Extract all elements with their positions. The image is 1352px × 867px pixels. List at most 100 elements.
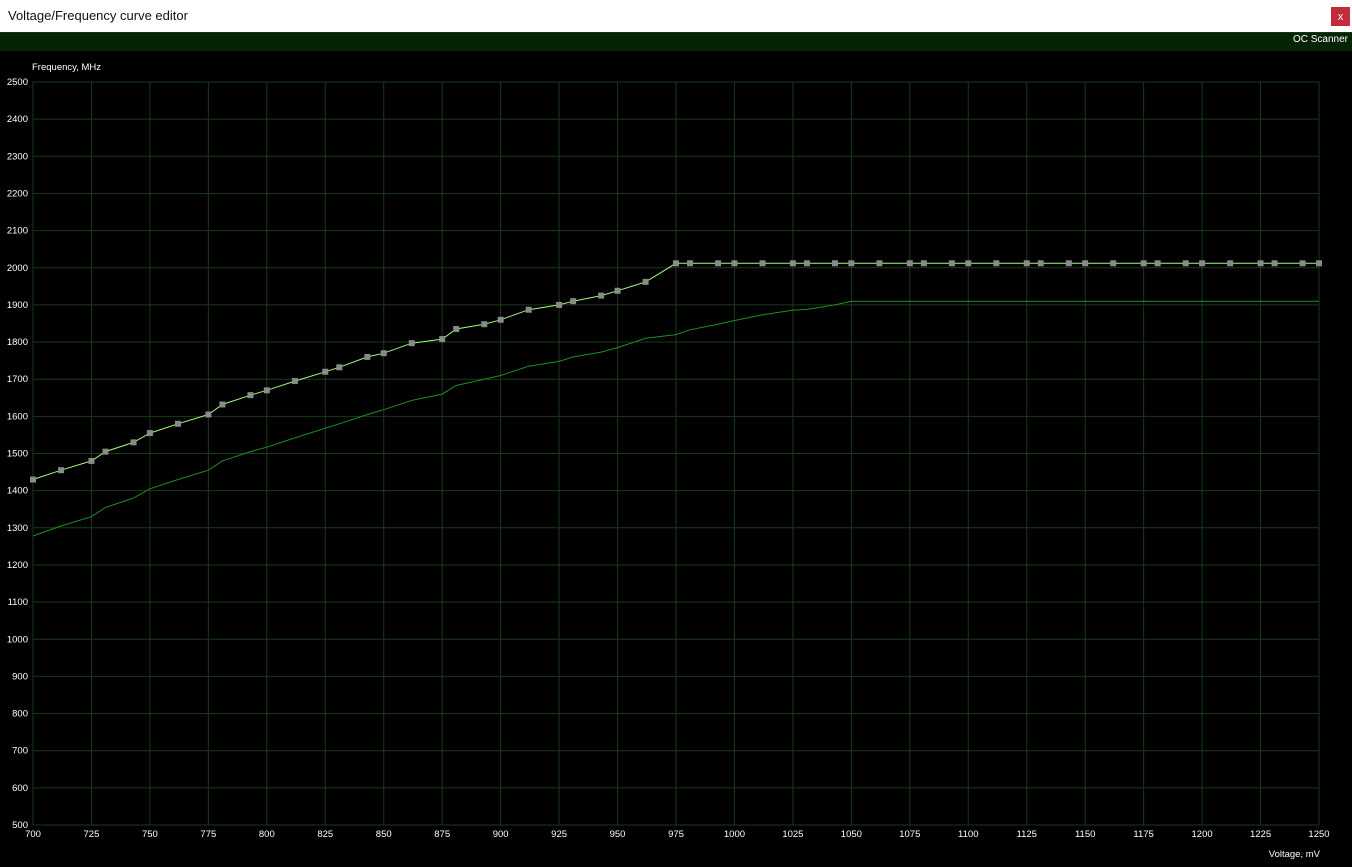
curve-point[interactable] bbox=[525, 306, 532, 313]
y-tick-label: 1500 bbox=[7, 449, 28, 460]
x-tick-label: 725 bbox=[84, 829, 100, 840]
x-tick-label: 800 bbox=[259, 829, 275, 840]
grid bbox=[32, 81, 1320, 826]
curve-point[interactable] bbox=[556, 301, 563, 308]
curve-point[interactable] bbox=[965, 260, 972, 267]
x-tick-label: 825 bbox=[317, 829, 333, 840]
curve-point[interactable] bbox=[364, 353, 371, 360]
curve-point[interactable] bbox=[408, 340, 415, 347]
curve-point[interactable] bbox=[993, 260, 1000, 267]
curve-point[interactable] bbox=[1140, 260, 1147, 267]
title-bar: Voltage/Frequency curve editor x bbox=[0, 0, 1352, 32]
curve-point[interactable] bbox=[481, 321, 488, 328]
y-axis-label: Frequency, MHz bbox=[32, 62, 101, 73]
y-tick-label: 600 bbox=[12, 783, 28, 794]
x-tick-label: 850 bbox=[376, 829, 392, 840]
y-tick-label: 2500 bbox=[7, 77, 28, 88]
x-tick-label: 1075 bbox=[899, 829, 920, 840]
curve-point[interactable] bbox=[876, 260, 883, 267]
curve-point[interactable] bbox=[453, 326, 460, 333]
curve-point[interactable] bbox=[1154, 260, 1161, 267]
window-title: Voltage/Frequency curve editor bbox=[8, 8, 188, 23]
curve-point[interactable] bbox=[731, 260, 738, 267]
y-tick-label: 1400 bbox=[7, 486, 28, 497]
curve-point[interactable] bbox=[642, 278, 649, 285]
curve-point[interactable] bbox=[1082, 260, 1089, 267]
curve-point[interactable] bbox=[146, 430, 153, 437]
curve-point[interactable] bbox=[88, 457, 95, 464]
curve-point[interactable] bbox=[715, 260, 722, 267]
y-tick-label: 700 bbox=[12, 746, 28, 757]
curve-point[interactable] bbox=[219, 401, 226, 408]
y-tick-label: 2000 bbox=[7, 263, 28, 274]
y-tick-label: 1300 bbox=[7, 523, 28, 534]
curve-point[interactable] bbox=[380, 350, 387, 357]
x-tick-label: 1150 bbox=[1075, 829, 1095, 840]
x-tick-label: 1100 bbox=[958, 829, 978, 840]
x-tick-label: 1225 bbox=[1250, 829, 1271, 840]
close-button[interactable]: x bbox=[1331, 7, 1350, 26]
curve-point[interactable] bbox=[614, 287, 621, 294]
x-tick-label: 925 bbox=[551, 829, 567, 840]
curve-point[interactable] bbox=[673, 260, 679, 267]
curve-point[interactable] bbox=[1023, 260, 1030, 267]
curve-point[interactable] bbox=[948, 260, 955, 267]
x-tick-label: 1000 bbox=[724, 829, 745, 840]
curve-point[interactable] bbox=[205, 411, 212, 418]
curve-point[interactable] bbox=[1316, 260, 1322, 267]
curve-point[interactable] bbox=[174, 420, 181, 427]
y-tick-label: 2400 bbox=[7, 114, 28, 125]
curve-point[interactable] bbox=[789, 260, 796, 267]
y-tick-label: 2300 bbox=[7, 151, 28, 162]
x-tick-label: 1050 bbox=[841, 829, 862, 840]
curve-point[interactable] bbox=[1271, 260, 1278, 267]
curve-point[interactable] bbox=[803, 260, 810, 267]
curve-point[interactable] bbox=[247, 392, 254, 399]
curve-point[interactable] bbox=[906, 260, 913, 267]
x-tick-label: 900 bbox=[493, 829, 509, 840]
x-tick-label: 1125 bbox=[1017, 829, 1037, 840]
x-tick-label: 775 bbox=[200, 829, 216, 840]
curve-point[interactable] bbox=[1257, 260, 1264, 267]
curve-point[interactable] bbox=[920, 260, 927, 267]
x-tick-label: 1250 bbox=[1308, 829, 1329, 840]
x-tick-label: 750 bbox=[142, 829, 158, 840]
curve-point[interactable] bbox=[1199, 260, 1206, 267]
curve-point[interactable] bbox=[598, 292, 605, 299]
curve-point[interactable] bbox=[263, 387, 270, 394]
curve-point[interactable] bbox=[570, 298, 577, 305]
y-tick-label: 1900 bbox=[7, 300, 28, 311]
curve-point[interactable] bbox=[687, 260, 694, 267]
curve-point[interactable] bbox=[831, 260, 838, 267]
curve-point[interactable] bbox=[759, 260, 766, 267]
curve-point[interactable] bbox=[291, 378, 298, 385]
y-tick-label: 900 bbox=[12, 671, 28, 682]
curve-point[interactable] bbox=[336, 364, 343, 371]
curve-point[interactable] bbox=[322, 368, 329, 375]
curve-point[interactable] bbox=[102, 448, 109, 455]
curve-point[interactable] bbox=[30, 476, 36, 483]
curve-point[interactable] bbox=[130, 439, 137, 446]
x-axis-label: Voltage, mV bbox=[1269, 849, 1321, 860]
curve-point[interactable] bbox=[1227, 260, 1234, 267]
curve-point[interactable] bbox=[58, 467, 65, 474]
y-axis-ticks: 5006007008009001000110012001300140015001… bbox=[7, 77, 28, 831]
vf-curve-chart[interactable]: 5006007008009001000110012001300140015001… bbox=[0, 51, 1352, 867]
curve-point[interactable] bbox=[1037, 260, 1044, 267]
curve-point[interactable] bbox=[848, 260, 855, 267]
y-tick-label: 2200 bbox=[7, 188, 28, 199]
y-tick-label: 2100 bbox=[7, 226, 28, 237]
curve-point[interactable] bbox=[1065, 260, 1072, 267]
x-tick-label: 700 bbox=[25, 829, 41, 840]
y-tick-label: 800 bbox=[12, 709, 28, 720]
curve-point[interactable] bbox=[497, 316, 504, 323]
x-tick-label: 1025 bbox=[782, 829, 803, 840]
curve-point[interactable] bbox=[1110, 260, 1117, 267]
curve-point[interactable] bbox=[1182, 260, 1189, 267]
curve-point[interactable] bbox=[439, 336, 446, 343]
curve-point[interactable] bbox=[1299, 260, 1306, 267]
y-tick-label: 1000 bbox=[7, 634, 28, 645]
x-axis-ticks: 700 725 750 775 800 825 850 875 900 925 950 975 1000… bbox=[25, 829, 1330, 840]
oc-scanner-button[interactable]: OC Scanner bbox=[1293, 34, 1348, 45]
x-tick-label: 875 bbox=[434, 829, 450, 840]
